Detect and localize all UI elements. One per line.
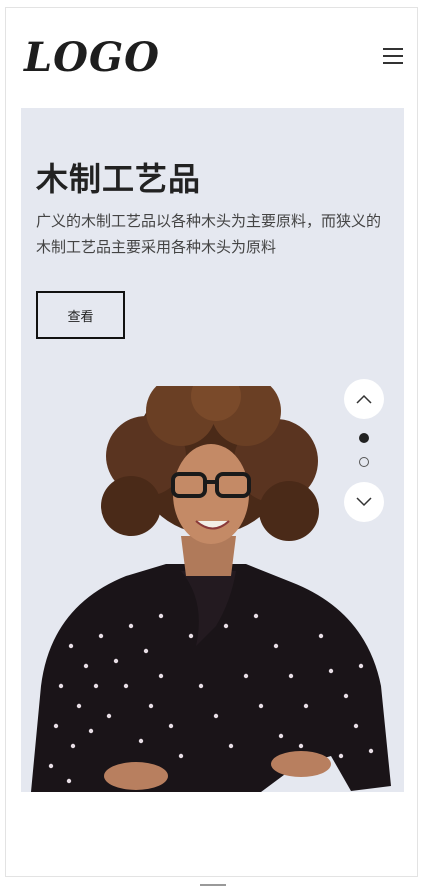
page-frame: LOGO 木制工艺品 广义的木制工艺品以各种木头为主要原料，而狭义的木制工艺品主… xyxy=(5,7,418,877)
menu-line xyxy=(383,48,403,50)
logo[interactable]: LOGO xyxy=(24,38,160,78)
menu-line xyxy=(383,62,403,64)
chevron-up-icon xyxy=(356,394,372,404)
slide-dot-active[interactable] xyxy=(359,433,369,443)
slide-dot[interactable] xyxy=(359,457,369,467)
hero-banner: 木制工艺品 广义的木制工艺品以各种木头为主要原料，而狭义的木制工艺品主要采用各种… xyxy=(21,108,404,792)
hero-title: 木制工艺品 xyxy=(36,160,202,198)
left-hand xyxy=(104,762,168,790)
menu-line xyxy=(383,55,403,57)
hero-description: 广义的木制工艺品以各种木头为主要原料，而狭义的木制工艺品主要采用各种木头为原料 xyxy=(36,212,382,256)
site-header: LOGO xyxy=(6,8,417,108)
model-photo xyxy=(31,386,391,792)
right-hand xyxy=(271,751,331,777)
view-button[interactable]: 查看 xyxy=(36,291,125,339)
hamburger-menu-icon[interactable] xyxy=(383,48,403,64)
slide-next-button[interactable] xyxy=(344,482,384,522)
home-indicator xyxy=(200,884,226,886)
chevron-down-icon xyxy=(356,497,372,507)
slide-prev-button[interactable] xyxy=(344,379,384,419)
